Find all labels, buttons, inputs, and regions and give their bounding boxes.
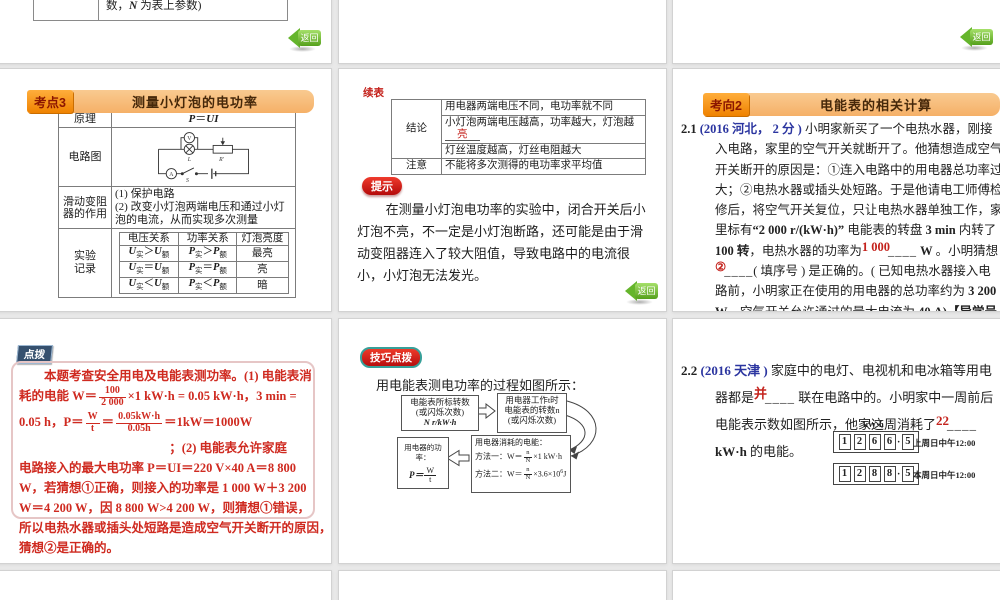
flow-box-power: 用电器的功率： P＝ Wt — [397, 437, 449, 489]
meter-reading-this-week: 1 2 8 8 · 5 — [833, 463, 920, 485]
kaoxiang-badge: 考向2 — [703, 93, 749, 116]
row-label: 滑动变阻器的作用 — [58, 186, 112, 229]
meter-reading-last-week: 1 2 6 6 · 5 — [833, 431, 920, 453]
slide-grid-page: 数，N 为表上参数) 返回 用电器的功率大，表示它消耗电能快，用电时间长不一 定… — [0, 0, 1000, 600]
section-title: 测量小灯泡的电功率 — [67, 90, 314, 113]
dianbo-analysis: 本题考查安全用电及电能表测功率。(1) 电能表消 耗的电能 W＝ 100 2 000… — [19, 369, 332, 555]
slide-a2: 用电器的功率大，表示它消耗电能快，用电时间长不一 定消耗电能多。 — [338, 0, 667, 64]
answer-choice: ② — [715, 260, 727, 275]
row-label: 电路图 — [58, 127, 112, 187]
slide-xubiao: 续表 结论 用电器两端电压不同，电功率就不同 小灯泡两端电压越高，功率越大，灯泡… — [338, 68, 667, 312]
conclusion-2-cell: 小灯泡两端电压越高，功率越大，灯泡越 亮 — [441, 114, 646, 144]
conclusion-table: 结论 用电器两端电压不同，电功率就不同 小灯泡两端电压越高，功率越大，灯泡越 亮… — [391, 99, 646, 175]
principle-formula: P＝UI — [111, 111, 296, 128]
row-label: 注意 — [391, 158, 442, 175]
continued-table-label: 续表 — [363, 88, 384, 99]
decimal-dot: · — [897, 436, 901, 448]
slide-kaoxiang2: 考向2 电能表的相关计算 2.1 (2016 河北， 2 分 ) 小明家新买了一… — [672, 68, 1000, 312]
problem-source: (2016 河北， 2 分 ) — [699, 122, 805, 136]
back-button[interactable]: 返回 — [625, 281, 659, 305]
circuit-diagram: V L R′ A S — [158, 132, 249, 184]
svg-text:R′: R′ — [218, 157, 225, 163]
slide-a3: 用电器额定功率与外加电压和通过的电流无关。 返回 — [672, 0, 1000, 64]
skill-badge: 技巧点拨 — [360, 347, 422, 368]
answer-power: 1 000 — [861, 239, 891, 254]
row-label: 原理 — [58, 111, 112, 128]
back-button-label: 返回 — [970, 29, 993, 45]
slide-dianbo: 点拨 本题考查安全用电及电能表测功率。(1) 电能表消 耗的电能 W＝ 100 2 … — [0, 318, 332, 564]
hint-paragraph: 在测量小灯泡电功率的实验中，闭合开关后小灯泡不亮，不一定是小灯泡断路，还可能是由… — [357, 202, 646, 283]
row-label: 实验 记录 — [58, 227, 112, 299]
flowchart: 电能表所标转数 (或闪烁次数) N r/kW·h 用电器工作t时 电能表的转数n (或闪… — [389, 393, 637, 513]
table-fragment-text: 数，N 为表上参数) — [106, 0, 202, 12]
problem-number: 2.1 — [681, 122, 697, 136]
slide-jiqiao: 技巧点拨 用电能表测电功率的过程如图所示： 电能表所标转数 (或闪烁次数) N r/… — [338, 318, 667, 564]
back-button-label: 返回 — [635, 283, 658, 299]
slide-d1 — [0, 570, 332, 600]
flow-box-meter-rating: 电能表所标转数 (或闪烁次数) N r/kW·h — [401, 395, 479, 431]
energy-meter-figure: kW·h 1 2 6 6 · 5 上周日中午12:00 1 2 8 8 · 5 … — [833, 419, 1000, 499]
meter-time-label: 本周日中午12:00 — [913, 470, 976, 480]
back-button-shadow — [961, 45, 988, 51]
slide-problem-2-2: 2.2 (2016 天津 ) 家庭中的电灯、电视机和电冰箱等用电器都是并____… — [672, 318, 1000, 564]
svg-text:V: V — [187, 136, 192, 142]
problem-number: 2.2 — [681, 363, 698, 378]
flow-box-energy: 用电器消耗的电能： 方法一：W＝ n N ×1 kW·h 方法二：W＝ n N ×3.6×1… — [471, 435, 571, 493]
svg-text:A: A — [169, 172, 174, 178]
slider-function-cell: (1) 保护电路 (2) 改变小灯泡两端电压和通过小灯泡的电流，从而实现多次测量 — [111, 186, 296, 229]
back-button[interactable]: 返回 — [288, 28, 322, 52]
flowchart-intro: 用电能表测电功率的过程如图所示： — [376, 378, 585, 393]
table-fragment: 数，N 为表上参数) — [33, 0, 288, 21]
kaodian-badge: 考点3 — [27, 90, 73, 113]
decimal-dot: · — [897, 468, 901, 480]
problem-2-1: 2.1 (2016 河北， 2 分 ) 小明家新买了一个电热水器，刚接入电路，家… — [681, 122, 1000, 312]
svg-text:S: S — [186, 178, 189, 184]
meter-time-label: 上周日中午12:00 — [913, 438, 976, 448]
slide-d2 — [338, 570, 667, 600]
problem-source: (2016 天津 ) — [700, 363, 771, 378]
slide-kaodian3: 考点3 测量小灯泡的电功率 原理 P＝UI 电路图 V L R′ A S 滑动变… — [0, 68, 332, 312]
answer-series: 并 — [754, 386, 768, 401]
flow-box-revolutions: 用电器工作t时 电能表的转数n (或闪烁次数) — [497, 393, 567, 433]
svg-text:L: L — [187, 157, 191, 163]
slide-d3 — [672, 570, 1000, 600]
back-button-label: 返回 — [298, 30, 321, 46]
back-button[interactable]: 返回 — [960, 27, 994, 51]
section-title: 电能表的相关计算 — [743, 93, 1000, 116]
answer-blank: ____ — [888, 243, 918, 258]
experiment-table: 原理 P＝UI 电路图 V L R′ A S 滑动变阻器的作用 (1) 保护电路… — [58, 111, 296, 299]
answer-blank: ____ — [765, 390, 796, 405]
back-button-shadow — [289, 46, 316, 52]
back-button-shadow — [626, 299, 653, 305]
meter-unit-label: kW·h — [863, 419, 884, 429]
row-label: 结论 — [391, 99, 442, 159]
hint-badge: 提示 — [362, 177, 402, 195]
record-table: 电压关系 功率关系 灯泡亮度 U实＞U额 P实＞P额 最亮 U实＝U额 P实＝P… — [118, 232, 289, 295]
answer-blank: ____ — [724, 264, 754, 279]
slide-a1: 数，N 为表上参数) 返回 — [0, 0, 332, 64]
